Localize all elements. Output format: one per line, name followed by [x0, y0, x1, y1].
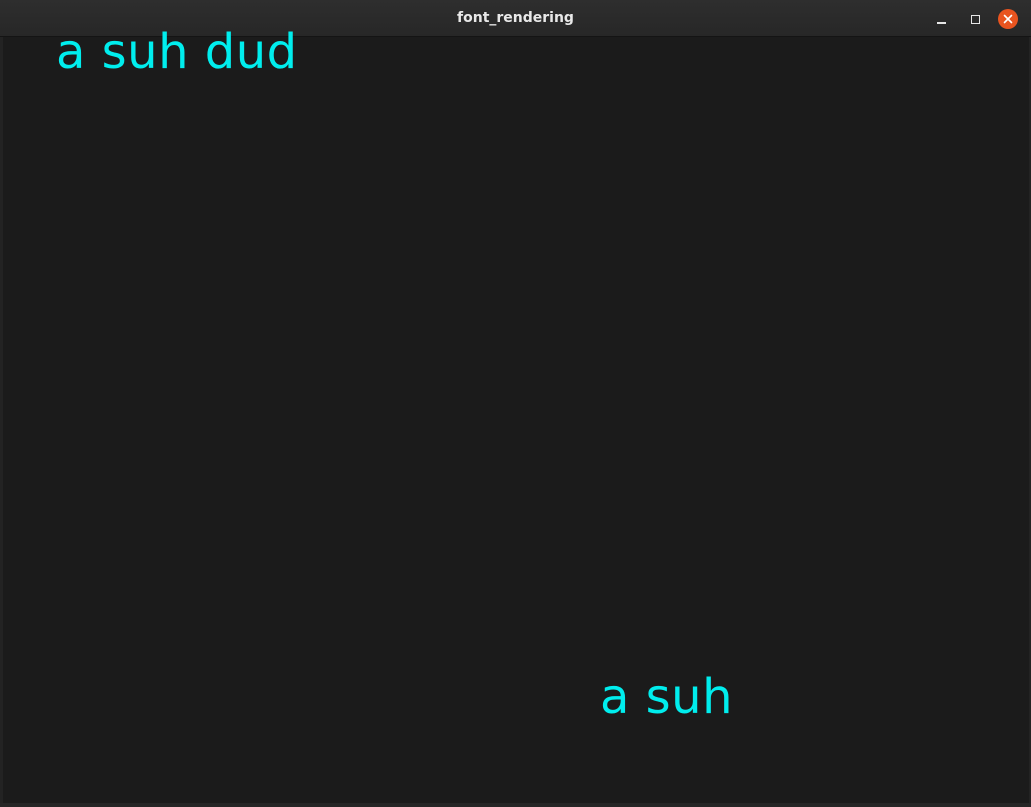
- rendered-text-top: a suh dud: [56, 24, 298, 80]
- minimize-button[interactable]: [930, 8, 952, 30]
- bottom-border: [0, 803, 1031, 807]
- maximize-icon: [970, 14, 980, 24]
- close-circle: [998, 9, 1018, 29]
- close-button[interactable]: [997, 8, 1019, 30]
- render-canvas[interactable]: [3, 37, 1029, 803]
- maximize-button[interactable]: [964, 8, 986, 30]
- close-icon: [1003, 14, 1013, 24]
- minimize-icon: [936, 22, 946, 24]
- rendered-text-bottom: a suh: [600, 669, 734, 725]
- app-window: font_rendering a suh dud a suh: [0, 0, 1031, 807]
